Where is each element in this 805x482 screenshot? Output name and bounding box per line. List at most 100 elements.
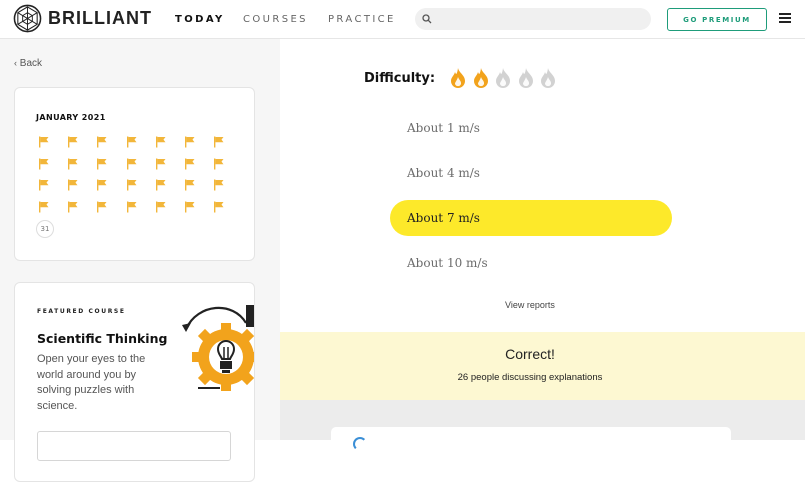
discussion-count-link[interactable]: 26 people discussing explanations: [280, 372, 780, 383]
calendar-day: [96, 157, 125, 179]
search-input[interactable]: [438, 13, 651, 25]
difficulty-label: Difficulty:: [364, 70, 436, 86]
flag-icon: [68, 136, 78, 148]
calendar-day-current: 31: [36, 220, 67, 243]
flag-icon: [68, 179, 78, 191]
flag-icon: [126, 179, 137, 191]
back-link[interactable]: ‹ Back: [14, 58, 42, 69]
flag-icon: [155, 136, 166, 148]
featured-course-description: Open your eyes to the world around you b…: [37, 353, 146, 412]
calendar-day: [155, 200, 184, 222]
chevron-left-icon: ‹: [14, 58, 17, 68]
flag-icon: [39, 136, 49, 148]
flag-icon: [68, 201, 78, 212]
calendar-day: [184, 200, 213, 222]
answer-option-1[interactable]: About 1 m/s: [390, 110, 672, 146]
calendar-day: [67, 200, 96, 222]
answer-option-label: About 7 m/s: [407, 211, 480, 225]
calendar-day: [67, 135, 96, 157]
flag-icon: [39, 201, 49, 212]
brand-logo[interactable]: BRILLIANT: [13, 4, 152, 33]
search-bar[interactable]: [415, 8, 651, 30]
flag-icon: [155, 158, 166, 169]
answer-option-label: About 4 m/s: [407, 166, 480, 180]
flag-icon: [184, 136, 195, 148]
calendar-day: [67, 178, 96, 200]
back-label: Back: [19, 58, 43, 69]
flag-icon: [39, 179, 49, 191]
calendar-day: [155, 157, 184, 179]
calendar-day: [126, 135, 155, 157]
hamburger-menu-icon[interactable]: [779, 13, 791, 23]
answer-option-2[interactable]: About 4 m/s: [390, 155, 672, 191]
flag-icon: [184, 158, 195, 169]
discussion-card: [331, 427, 731, 451]
result-title: Correct!: [505, 346, 555, 362]
nav-link-practice[interactable]: PRACTICE: [328, 14, 396, 25]
flag-icon: [97, 136, 107, 148]
calendar-day: [126, 178, 155, 200]
featured-course-title[interactable]: Scientific Thinking: [37, 331, 167, 346]
flame-icon-inactive: [541, 68, 556, 88]
flame-icon-active: [473, 68, 488, 88]
flag-icon: [126, 201, 137, 212]
calendar-day: [126, 200, 155, 222]
flag-icon: [39, 158, 49, 169]
flag-icon: [155, 179, 166, 191]
flag-icon: [214, 179, 224, 191]
calendar-day: [96, 200, 125, 222]
brilliant-logo-icon: [13, 4, 42, 33]
flag-icon: [214, 201, 224, 212]
answer-option-3-selected[interactable]: About 7 m/s: [390, 200, 672, 236]
featured-eyebrow: FEATURED COURSE: [37, 308, 126, 315]
streak-calendar-card: JANUARY 2021 31: [14, 87, 255, 261]
calendar-day: [213, 200, 242, 222]
calendar-day: [96, 178, 125, 200]
flag-icon: [126, 136, 137, 148]
calendar-day-number: 31: [36, 220, 54, 238]
calendar-day: [213, 157, 242, 179]
lightbulb-gear-icon: [182, 305, 254, 391]
calendar-day: [184, 157, 213, 179]
view-reports-link[interactable]: View reports: [505, 300, 555, 310]
featured-course-card[interactable]: FEATURED COURSE Scientific Thinking Open…: [14, 282, 255, 482]
calendar-day: [96, 135, 125, 157]
flag-icon: [184, 179, 195, 191]
flag-icon: [97, 201, 107, 212]
start-course-button[interactable]: [37, 431, 231, 461]
difficulty-flames: [448, 67, 561, 89]
answer-option-4[interactable]: About 10 m/s: [390, 245, 672, 281]
calendar-grid: 31: [36, 135, 242, 243]
calendar-day: [38, 157, 67, 179]
correct-result-banner: Correct! 26 people discussing explanatio…: [280, 332, 805, 400]
top-navigation-bar: BRILLIANT TODAY COURSES PRACTICE GO PREM…: [0, 0, 805, 39]
answer-option-label: About 1 m/s: [407, 121, 480, 135]
calendar-day: [38, 135, 67, 157]
calendar-day: [213, 135, 242, 157]
flame-icon-active: [451, 68, 466, 88]
flag-icon: [155, 201, 166, 212]
flag-icon: [97, 179, 107, 191]
flag-icon: [214, 136, 224, 148]
calendar-day: [126, 157, 155, 179]
difficulty-rating: Difficulty:: [364, 67, 561, 89]
left-sidebar: ‹ Back JANUARY 2021 31 FEATURED COURSE S…: [0, 39, 280, 482]
go-premium-button[interactable]: GO PREMIUM: [667, 8, 767, 31]
answer-option-label: About 10 m/s: [407, 256, 488, 270]
flag-icon: [214, 158, 224, 169]
calendar-day: [184, 135, 213, 157]
calendar-day: [155, 135, 184, 157]
flag-icon: [184, 201, 195, 212]
calendar-day: [213, 178, 242, 200]
nav-link-today[interactable]: TODAY: [175, 14, 225, 25]
calendar-day: [38, 178, 67, 200]
flame-icon-inactive: [518, 68, 533, 88]
nav-link-courses[interactable]: COURSES: [243, 14, 308, 25]
avatar: [353, 437, 367, 451]
brand-name: BRILLIANT: [48, 8, 152, 28]
problem-panel: Difficulty: About 1 m/s About 4 m/s Abou…: [280, 39, 805, 451]
calendar-month-title: JANUARY 2021: [36, 113, 106, 122]
calendar-day: [67, 157, 96, 179]
flag-icon: [97, 158, 107, 169]
calendar-day: [155, 178, 184, 200]
